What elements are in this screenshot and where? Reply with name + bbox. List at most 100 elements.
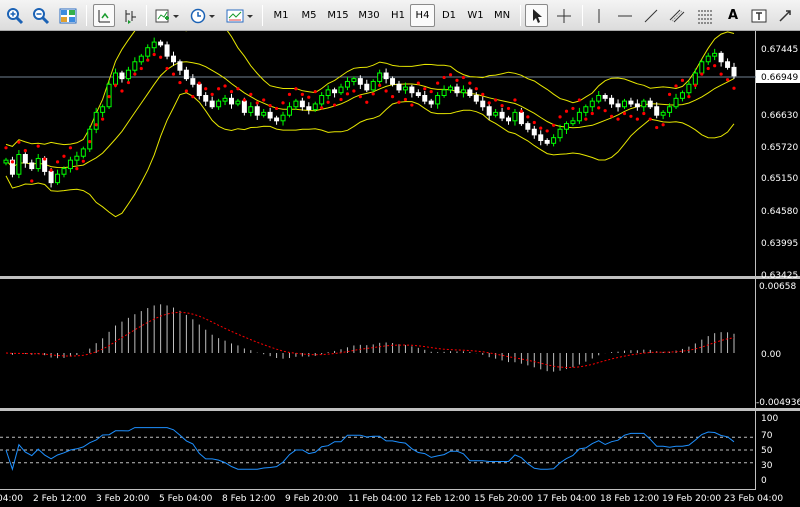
chart-shift-icon[interactable] [93,4,115,27]
rsi-tick: 50 [761,446,773,456]
candle-body [402,86,408,91]
price-tick: 0.65720 [761,143,798,153]
price-tick: 0.66630 [761,111,798,121]
auto-scroll-icon[interactable] [119,4,141,27]
candle-body [61,168,67,175]
timeframe-h4[interactable]: H4 [410,4,435,27]
sar-dot [274,106,279,111]
time-tick: 2 Feb 12:00 [33,494,87,504]
candle-body [48,170,54,184]
sar-dot [725,78,730,82]
sar-dot [139,66,143,71]
sar-dot [674,84,678,88]
zoom-out-icon[interactable] [30,4,52,27]
crosshair-icon[interactable] [553,4,575,27]
candle-body [499,111,505,119]
upper-band [5,13,735,147]
sar-dot [281,101,285,105]
sar-dot [178,80,182,85]
candle-body [228,97,234,105]
candle-body [132,61,138,71]
trendline-icon[interactable] [640,4,662,27]
timeframe-m1[interactable]: M1 [268,4,294,27]
chart-window[interactable]: 0.67445 0.66949 0.66630 0.65720 0.65150 … [0,13,800,507]
candle-body [441,89,447,97]
sar-dot [700,72,704,76]
timeframe-w1[interactable]: W1 [463,4,488,27]
candle-body [673,97,679,108]
indicators-icon[interactable] [152,4,182,27]
toolbar-separator [582,5,583,26]
candle-body [647,100,653,108]
vertical-line-icon[interactable] [588,4,610,27]
sar-dot [262,98,266,102]
candle-body [241,100,247,113]
macd-indicator [5,304,735,372]
candle-body [679,92,685,99]
timeframe-h1[interactable]: H1 [386,4,410,27]
candle-body [544,139,550,144]
arrows-icon[interactable] [774,4,796,27]
sar-dot [423,87,427,91]
candle-body [467,89,473,97]
candle-body [518,111,524,125]
sar-dot [687,95,691,99]
text-tool-icon[interactable]: A [722,4,744,27]
timeframe-m5[interactable]: M5 [296,4,322,27]
sar-dot [307,95,311,99]
rsi-tick: 70 [761,431,773,441]
horizontal-line-icon[interactable] [614,4,636,27]
time-tick: 15 Feb 20:00 [474,494,533,504]
sar-dot [171,72,176,76]
templates-icon[interactable] [224,4,256,27]
candle-body [286,106,292,116]
price-tick: 0.63425 [761,271,798,281]
candle-body [660,111,666,116]
timeframe-d1[interactable]: D1 [437,4,461,27]
candle-body [293,100,299,108]
zoom-in-icon[interactable] [4,4,26,27]
sar-dot [680,78,685,82]
sar-dot [75,166,79,171]
timeframe-mn[interactable]: MN [489,4,515,27]
candle-body [55,173,61,184]
candle-body [93,111,99,130]
candle-body [299,100,305,108]
text-label-icon[interactable] [748,4,770,27]
time-tick: 8 Feb 12:00 [222,494,276,504]
candle-body [692,72,698,85]
sar-dot [384,89,388,93]
sar-dot [448,73,453,77]
time-tick: 12 Feb 12:00 [411,494,470,504]
price-chart[interactable]: 0.67445 0.66949 0.66630 0.65720 0.65150 … [0,13,800,507]
cursor-icon[interactable] [525,4,548,27]
timeframe-m15[interactable]: M15 [323,4,353,27]
tile-windows-icon[interactable] [56,4,80,27]
sar-dot [62,154,66,158]
fibonacci-icon[interactable] [694,4,716,27]
periods-clock-icon[interactable] [188,4,218,27]
candle-body [383,72,389,80]
candle-body [203,95,209,102]
candle-body [370,80,376,91]
candle-body [686,83,692,94]
sar-dot [55,160,60,164]
candle-body [725,61,731,68]
candle-body [390,78,396,85]
candle-body [280,114,286,122]
price-tick: 0.63995 [761,239,798,249]
sar-dot [494,98,498,102]
timeframe-m30[interactable]: M30 [354,4,384,27]
sar-dot [584,117,588,121]
sar-dot [609,114,614,118]
sar-dot [94,123,98,127]
sar-dot [719,72,723,76]
equidistant-channel-icon[interactable] [666,4,688,27]
sar-dot [564,109,569,113]
candle-body [190,78,196,85]
candle-body [74,155,80,161]
sar-dot [436,81,440,85]
sar-dot [339,97,343,102]
sar-dot [36,144,40,148]
candle-body [628,100,634,105]
